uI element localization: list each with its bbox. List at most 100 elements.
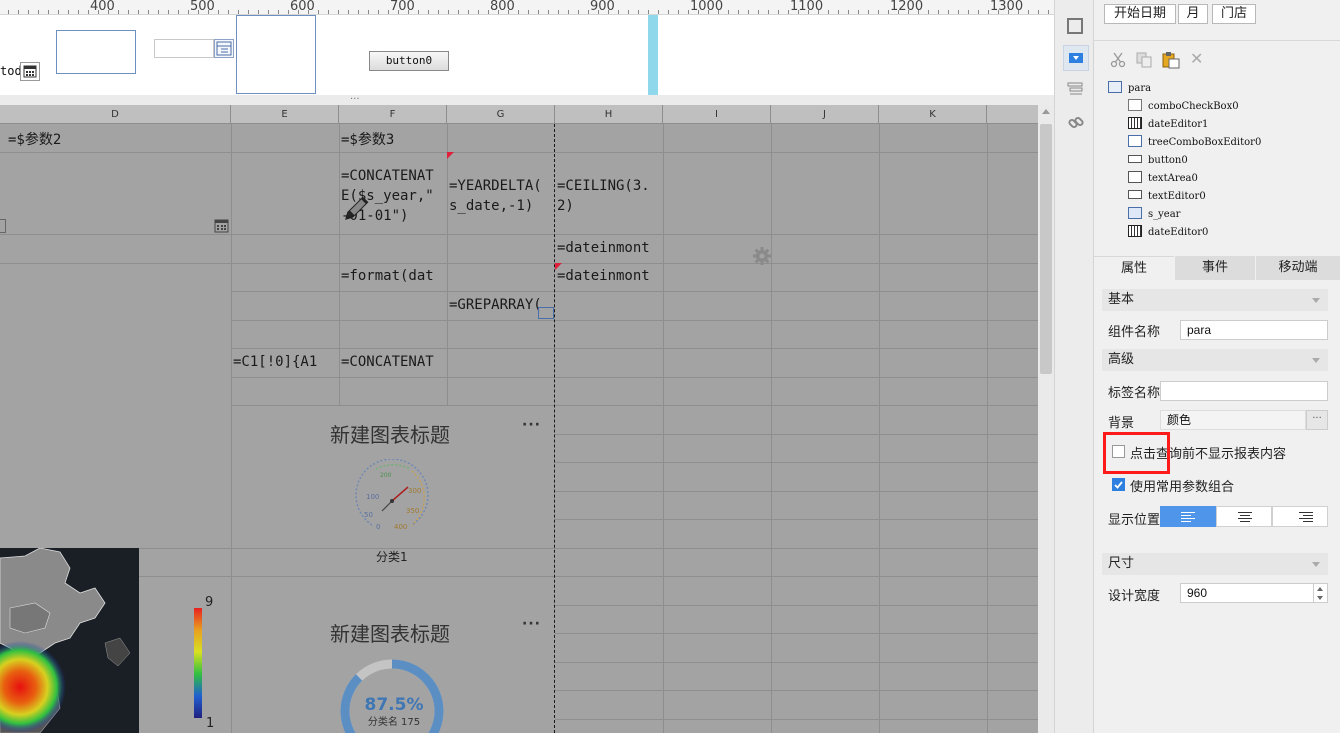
grid-line (447, 124, 448, 405)
section-advanced[interactable]: 高级 (1102, 349, 1328, 371)
paste-icon[interactable] (1162, 51, 1180, 69)
ruler-tick (108, 10, 109, 14)
ruler-label: 600 (290, 0, 315, 14)
calendar-icon[interactable] (20, 62, 40, 81)
tree-item-date-editor-0[interactable]: dateEditor0 (1128, 224, 1208, 242)
parameter-panel[interactable]: tod button0 (0, 15, 1054, 95)
chart-title: 新建图表标题 (330, 423, 450, 447)
background-select[interactable]: 颜色 (1160, 410, 1306, 430)
scroll-up-icon[interactable] (1042, 109, 1050, 114)
align-center-button[interactable] (1216, 506, 1272, 527)
column-header-g[interactable]: G (447, 105, 555, 124)
text-area-widget[interactable] (56, 30, 136, 74)
section-size[interactable]: 尺寸 (1102, 553, 1328, 575)
panel-splitter[interactable]: ··· (0, 95, 1054, 105)
tree-combo-icon (1128, 135, 1142, 147)
component-name-input[interactable]: para (1180, 320, 1328, 340)
ruler-tick (788, 10, 789, 14)
tree-item-date-editor-1[interactable]: dateEditor1 (1128, 116, 1208, 134)
tree-item-para[interactable]: para (1108, 80, 1151, 98)
heatmap-chart[interactable] (0, 548, 139, 733)
tree-label: dateEditor1 (1148, 119, 1209, 130)
tree-label: comboCheckBox0 (1148, 101, 1239, 112)
section-basic[interactable]: 基本 (1102, 289, 1328, 311)
param-widget-tool-active[interactable] (1063, 45, 1089, 71)
gauge-tick: 0 (376, 523, 380, 531)
collapse-icon (1312, 562, 1320, 567)
selected-widget-frame[interactable] (236, 15, 316, 94)
tree-item-s-year[interactable]: s_year (1128, 206, 1180, 224)
cut-icon[interactable] (1110, 52, 1126, 68)
tree-item-text-editor[interactable]: textEditor0 (1128, 188, 1206, 206)
cell-f1[interactable]: =$参数3 (341, 130, 394, 150)
design-width-input[interactable]: 960 (1180, 583, 1314, 603)
column-header-k[interactable]: K (879, 105, 987, 124)
list-icon[interactable] (1067, 82, 1083, 96)
cell-h3[interactable]: =dateinmont (557, 238, 650, 258)
tree-label: dateEditor0 (1148, 227, 1209, 238)
cell-f7[interactable]: =CONCATENAT (341, 352, 434, 372)
column-header-f[interactable]: F (339, 105, 447, 124)
tab-events[interactable]: 事件 (1175, 256, 1255, 280)
cell-g5[interactable]: =GREPARRAY( (449, 295, 542, 315)
scrollbar-thumb[interactable] (1040, 124, 1052, 374)
tree-item-button0[interactable]: button0 (1128, 152, 1188, 170)
tree-item-tree-combo[interactable]: treeComboBoxEditor0 (1128, 134, 1261, 152)
splitter-handle[interactable]: ··· (350, 95, 360, 105)
ruler-tick (478, 10, 479, 14)
widget-icon (538, 307, 554, 319)
ruler-tick (158, 10, 159, 14)
date-editor-widget[interactable] (154, 39, 214, 58)
cell-d1[interactable]: =$参数2 (8, 130, 61, 150)
grid-line (0, 234, 1038, 235)
cell-g2[interactable]: =YEARDELTA( s_date,-1) (449, 176, 542, 216)
tab-properties[interactable]: 属性 (1094, 256, 1174, 280)
column-header-e[interactable]: E (231, 105, 339, 124)
width-boundary-marker[interactable] (648, 15, 658, 95)
ruler-tick (178, 10, 179, 14)
column-header-h[interactable]: H (555, 105, 663, 124)
stepper-up-icon[interactable] (1317, 587, 1323, 591)
copy-icon[interactable] (1136, 52, 1152, 68)
background-more-button[interactable]: ··· (1306, 410, 1328, 430)
column-header-i[interactable]: I (663, 105, 771, 124)
stepper-down-icon[interactable] (1317, 596, 1323, 600)
cell-h4[interactable]: =dateinmont (557, 266, 650, 286)
ruler-tick (838, 10, 839, 14)
param-button-month[interactable]: 月 (1178, 4, 1208, 24)
tab-mobile[interactable]: 移动端 (1256, 256, 1340, 280)
cell-f4[interactable]: =format(dat (341, 266, 434, 286)
tree-combo-icon[interactable] (214, 39, 234, 58)
param-button-store[interactable]: 门店 (1212, 4, 1256, 24)
frame-icon[interactable] (1067, 18, 1083, 34)
button0-widget[interactable]: button0 (369, 51, 449, 71)
cell-e7[interactable]: =C1[!0]{A1 (233, 352, 317, 372)
param-button-start-date[interactable]: 开始日期 (1104, 4, 1176, 24)
ruler-tick (828, 10, 829, 14)
ruler-tick (1008, 10, 1009, 14)
display-position-label: 显示位置 (1108, 513, 1161, 528)
ruler-tick (368, 10, 369, 14)
chart-more-menu[interactable]: ··· (522, 616, 541, 632)
report-sheet[interactable]: D E F G H I J K =$参数2 =$参数3 =CONCATENAT … (0, 105, 1038, 733)
gauge-tick: 350 (406, 507, 419, 515)
chart-more-menu[interactable]: ··· (522, 417, 541, 433)
link-icon[interactable] (1067, 114, 1085, 132)
grid-line (555, 662, 1038, 663)
tree-item-text-area[interactable]: textArea0 (1128, 170, 1198, 188)
calendar-icon (1128, 225, 1142, 237)
tree-label: treeComboBoxEditor0 (1148, 137, 1262, 148)
column-header-d[interactable]: D (0, 105, 231, 124)
tree-item-combo-check-box[interactable]: comboCheckBox0 (1128, 98, 1239, 116)
red-highlight-box (1103, 432, 1170, 474)
column-header-blank (987, 105, 1038, 124)
ruler-tick (858, 10, 859, 14)
delete-icon[interactable]: ✕ (1190, 51, 1204, 67)
cell-h2[interactable]: =CEILING(3. 2) (557, 176, 650, 216)
use-common-params-checkbox[interactable] (1112, 478, 1125, 491)
align-left-button[interactable] (1160, 506, 1216, 527)
align-right-button[interactable] (1272, 506, 1328, 527)
tag-name-input[interactable] (1160, 381, 1328, 401)
column-header-j[interactable]: J (771, 105, 879, 124)
design-width-stepper[interactable] (1314, 583, 1328, 603)
